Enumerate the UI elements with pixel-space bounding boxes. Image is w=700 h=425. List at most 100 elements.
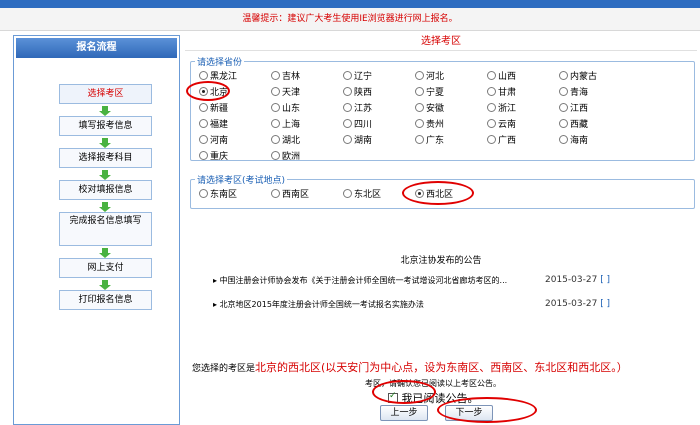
province-option[interactable]: 甘肃	[487, 87, 516, 100]
province-option[interactable]: 湖南	[343, 135, 372, 148]
province-option[interactable]: 宁夏	[415, 87, 444, 100]
province-label: 江西	[570, 104, 589, 114]
announcement-item[interactable]: ▸ 北京地区2015年度注册会计师全国统一考试报名实施办法	[213, 299, 533, 310]
province-option[interactable]: 山西	[487, 71, 516, 84]
province-option[interactable]: 新疆	[199, 103, 228, 116]
step-complete-info[interactable]: 完成报名信息填写	[59, 212, 152, 246]
province-option[interactable]: 江西	[559, 103, 588, 116]
province-option[interactable]: 吉林	[271, 71, 300, 84]
area-option[interactable]: 东北区	[343, 189, 381, 202]
radio-button[interactable]	[415, 135, 424, 144]
announcement-link[interactable]: 北京地区2015年度注册会计师全国统一考试报名实施办法	[220, 300, 424, 309]
province-option[interactable]: 贵州	[415, 119, 444, 132]
radio-button[interactable]	[415, 71, 424, 80]
radio-button[interactable]	[559, 71, 568, 80]
province-option[interactable]: 湖北	[271, 135, 300, 148]
radio-button[interactable]	[559, 87, 568, 96]
radio-button[interactable]	[343, 87, 352, 96]
province-option[interactable]: 辽宁	[343, 71, 372, 84]
province-option[interactable]: 广西	[487, 135, 516, 148]
province-option[interactable]: 四川	[343, 119, 372, 132]
step-fill-info[interactable]: 填写报考信息	[59, 116, 152, 136]
province-label: 新疆	[210, 104, 229, 114]
radio-button[interactable]	[415, 87, 424, 96]
radio-button[interactable]	[271, 119, 280, 128]
province-option[interactable]: 江苏	[343, 103, 372, 116]
province-option[interactable]: 福建	[199, 119, 228, 132]
province-label: 四川	[354, 120, 373, 130]
radio-button[interactable]	[415, 119, 424, 128]
radio-button[interactable]	[199, 151, 208, 160]
arrow-down-icon	[99, 280, 111, 290]
province-option[interactable]: 天津	[271, 87, 300, 100]
announcement-open-link[interactable]: [ ]	[600, 299, 610, 309]
province-option[interactable]: 浙江	[487, 103, 516, 116]
highlight-circle-northwest	[402, 181, 474, 205]
radio-button[interactable]	[271, 189, 280, 198]
prev-step-button[interactable]: 上一步	[380, 405, 428, 421]
area-option[interactable]: 西南区	[271, 189, 309, 202]
province-option[interactable]: 河南	[199, 135, 228, 148]
radio-button[interactable]	[271, 151, 280, 160]
province-option[interactable]: 西藏	[559, 119, 588, 132]
province-label: 天津	[282, 88, 301, 98]
radio-button[interactable]	[487, 103, 496, 112]
step-print-info[interactable]: 打印报名信息	[59, 290, 152, 310]
province-option[interactable]: 海南	[559, 135, 588, 148]
province-label: 湖南	[354, 136, 373, 146]
radio-button[interactable]	[199, 71, 208, 80]
radio-button[interactable]	[559, 103, 568, 112]
announcement-link[interactable]: 中国注册会计师协会发布《关于注册会计师全国统一考试增设河北省廊坊考区的...	[220, 276, 508, 285]
radio-button[interactable]	[199, 135, 208, 144]
radio-button[interactable]	[199, 119, 208, 128]
radio-button[interactable]	[199, 103, 208, 112]
radio-button[interactable]	[487, 135, 496, 144]
radio-button[interactable]	[487, 71, 496, 80]
radio-button[interactable]	[271, 103, 280, 112]
announcement-open-link[interactable]: [ ]	[600, 275, 610, 285]
radio-button[interactable]	[559, 135, 568, 144]
province-option[interactable]: 青海	[559, 87, 588, 100]
arrow-down-icon	[99, 202, 111, 212]
province-label: 湖北	[282, 136, 301, 146]
area-option[interactable]: 东南区	[199, 189, 237, 202]
province-option[interactable]: 欧洲	[271, 151, 300, 164]
province-label: 河南	[210, 136, 229, 146]
area-legend: 请选择考区(考试地点)	[197, 176, 286, 186]
province-option[interactable]: 山东	[271, 103, 300, 116]
province-label: 吉林	[282, 72, 301, 82]
province-label: 西藏	[570, 120, 589, 130]
radio-button[interactable]	[415, 103, 424, 112]
province-option[interactable]: 重庆	[199, 151, 228, 164]
announcement-title: 北京注协发布的公告	[400, 256, 482, 266]
province-option[interactable]: 陕西	[343, 87, 372, 100]
province-label: 云南	[498, 120, 517, 130]
announcement-item[interactable]: ▸ 中国注册会计师协会发布《关于注册会计师全国统一考试增设河北省廊坊考区的...	[213, 275, 533, 286]
province-option[interactable]: 云南	[487, 119, 516, 132]
province-option[interactable]: 河北	[415, 71, 444, 84]
radio-button[interactable]	[343, 189, 352, 198]
radio-button[interactable]	[271, 87, 280, 96]
province-label: 江苏	[354, 104, 373, 114]
province-label: 宁夏	[426, 88, 445, 98]
radio-button[interactable]	[271, 135, 280, 144]
province-option[interactable]: 内蒙古	[559, 71, 597, 84]
step-select-subjects[interactable]: 选择报考科目	[59, 148, 152, 168]
radio-button[interactable]	[271, 71, 280, 80]
radio-button[interactable]	[199, 189, 208, 198]
step-select-area[interactable]: 选择考区	[59, 84, 152, 104]
radio-button[interactable]	[559, 119, 568, 128]
province-option[interactable]: 安徽	[415, 103, 444, 116]
step-online-payment[interactable]: 网上支付	[59, 258, 152, 278]
radio-button[interactable]	[487, 87, 496, 96]
radio-button[interactable]	[343, 135, 352, 144]
province-label: 重庆	[210, 152, 229, 162]
step-verify-info[interactable]: 校对填报信息	[59, 180, 152, 200]
province-option[interactable]: 上海	[271, 119, 300, 132]
radio-button[interactable]	[343, 103, 352, 112]
radio-button[interactable]	[487, 119, 496, 128]
radio-button[interactable]	[343, 71, 352, 80]
province-option[interactable]: 广东	[415, 135, 444, 148]
highlight-circle-agree	[372, 380, 436, 404]
radio-button[interactable]	[343, 119, 352, 128]
